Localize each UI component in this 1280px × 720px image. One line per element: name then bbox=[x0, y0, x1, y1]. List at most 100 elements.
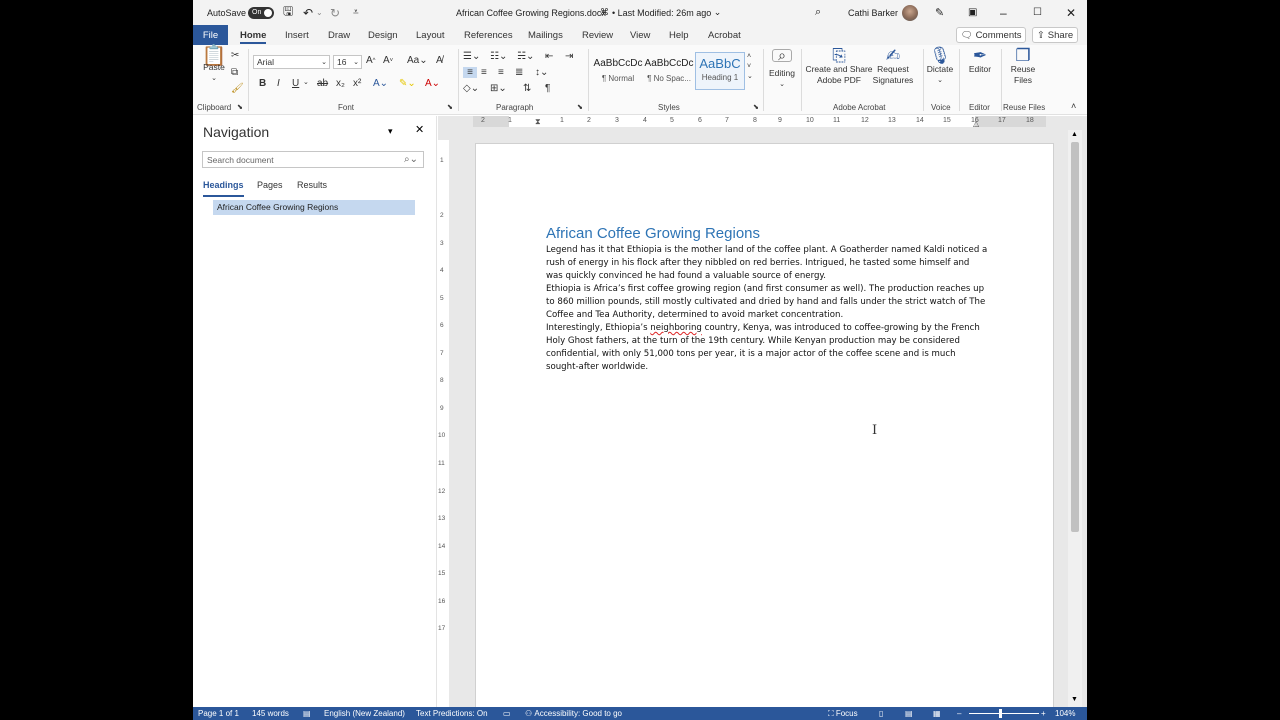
ribbon-display-icon[interactable]: ▣ bbox=[968, 0, 977, 25]
nav-search-icon[interactable]: ⌕⌄ bbox=[404, 154, 418, 165]
font-color-icon[interactable]: A⌄ bbox=[425, 78, 440, 89]
text-predictions-status[interactable]: Text Predictions: On bbox=[416, 707, 488, 720]
paste-button[interactable]: 📋 Paste ⌄ bbox=[199, 46, 229, 84]
maximize-icon[interactable]: ☐ bbox=[1033, 0, 1042, 25]
collapse-ribbon-icon[interactable]: ˄ bbox=[1071, 101, 1076, 111]
create-share-pdf-button[interactable]: ⎘ Create and Share Adobe PDF bbox=[805, 47, 873, 86]
read-mode-icon[interactable]: ▯ bbox=[879, 707, 883, 720]
word-count[interactable]: 145 words bbox=[252, 707, 289, 720]
tab-layout[interactable]: Layout bbox=[416, 25, 445, 45]
bold-icon[interactable]: B bbox=[259, 78, 266, 89]
nav-options-icon[interactable]: ▾ bbox=[388, 126, 393, 137]
nav-heading-item[interactable]: African Coffee Growing Regions bbox=[213, 200, 415, 215]
customize-toolbar-icon[interactable]: ⩡ bbox=[353, 0, 359, 25]
subscript-icon[interactable]: x₂ bbox=[336, 78, 345, 89]
document-paragraph[interactable]: Legend has it that Ethiopia is the mothe… bbox=[546, 244, 988, 283]
format-painter-icon[interactable]: 🖌 bbox=[231, 83, 244, 94]
indent-marker-icon[interactable]: ⧗ bbox=[535, 117, 541, 127]
spelling-flagged-word[interactable]: neighboring bbox=[650, 323, 702, 333]
decrease-indent-icon[interactable]: ⇤ bbox=[545, 51, 553, 62]
share-button[interactable]: ⇪ Share bbox=[1032, 27, 1078, 43]
underline-dropdown-icon[interactable]: ⌄ bbox=[303, 78, 309, 86]
tab-home[interactable]: Home bbox=[240, 25, 267, 45]
pen-icon[interactable]: ✎ bbox=[935, 0, 944, 25]
nav-tab-results[interactable]: Results bbox=[297, 180, 327, 190]
tab-view[interactable]: View bbox=[630, 25, 650, 45]
shading-icon[interactable]: ◇⌄ bbox=[463, 83, 479, 94]
tab-design[interactable]: Design bbox=[368, 25, 398, 45]
save-icon[interactable]: 🖫 bbox=[283, 0, 293, 25]
accessibility-status[interactable]: ⚇ Accessibility: Good to go bbox=[525, 707, 622, 720]
nav-tab-pages[interactable]: Pages bbox=[257, 180, 283, 190]
text-effects-icon[interactable]: A⌄ bbox=[373, 78, 388, 89]
redo-icon[interactable]: ↻ bbox=[330, 0, 340, 25]
align-right-icon[interactable]: ≡ bbox=[498, 67, 504, 78]
avatar[interactable] bbox=[902, 4, 918, 21]
zoom-in-icon[interactable]: + bbox=[1041, 707, 1046, 720]
align-left-icon[interactable]: ≡ bbox=[463, 67, 477, 78]
horizontal-ruler[interactable]: 2 1 1 2 3 4 5 6 7 8 9 10 11 12 13 14 15 … bbox=[473, 116, 1046, 128]
undo-icon[interactable]: ↶ bbox=[303, 0, 313, 25]
scroll-down-icon[interactable]: ▼ bbox=[1071, 696, 1078, 703]
highlight-icon[interactable]: ✎⌄ bbox=[399, 78, 416, 89]
editing-button[interactable]: ⌕ Editing ⌄ bbox=[766, 48, 798, 90]
tab-help[interactable]: Help bbox=[669, 25, 689, 45]
tab-review[interactable]: Review bbox=[582, 25, 613, 45]
document-page[interactable]: African Coffee Growing Regions Legend ha… bbox=[475, 143, 1054, 707]
multilevel-list-icon[interactable]: ☵⌄ bbox=[517, 51, 534, 62]
zoom-out-icon[interactable]: – bbox=[957, 707, 961, 720]
tab-insert[interactable]: Insert bbox=[285, 25, 309, 45]
borders-icon[interactable]: ⊞⌄ bbox=[490, 83, 507, 94]
scroll-up-icon[interactable]: ▲ bbox=[1071, 131, 1078, 138]
line-spacing-icon[interactable]: ↕⌄ bbox=[535, 67, 548, 78]
right-indent-marker-icon[interactable]: △ bbox=[973, 119, 979, 128]
tab-file[interactable]: File bbox=[193, 25, 228, 45]
underline-icon[interactable]: U bbox=[292, 78, 299, 89]
clipboard-launcher-icon[interactable]: ⬊ bbox=[237, 103, 243, 111]
font-size-combo[interactable]: 16 ⌄ bbox=[333, 55, 362, 69]
user-name[interactable]: Cathi Barker bbox=[848, 0, 898, 25]
shrink-font-icon[interactable]: A ˅ bbox=[383, 55, 393, 66]
tab-mailings[interactable]: Mailings bbox=[528, 25, 563, 45]
search-icon[interactable]: ⌕ bbox=[815, 0, 821, 25]
proofing-icon[interactable]: ▤ bbox=[303, 707, 311, 720]
paragraph-launcher-icon[interactable]: ⬊ bbox=[577, 103, 583, 111]
sort-icon[interactable]: ⇅ bbox=[523, 83, 531, 94]
close-icon[interactable]: ✕ bbox=[1066, 0, 1076, 25]
font-name-combo[interactable]: Arial ⌄ bbox=[253, 55, 330, 69]
numbering-icon[interactable]: ☷⌄ bbox=[490, 51, 507, 62]
zoom-slider-thumb[interactable] bbox=[999, 709, 1002, 718]
nav-close-icon[interactable]: ✕ bbox=[415, 123, 424, 136]
show-formatting-icon[interactable]: ¶ bbox=[545, 83, 550, 94]
strikethrough-icon[interactable]: ab bbox=[317, 78, 328, 89]
justify-icon[interactable]: ≣ bbox=[515, 67, 523, 78]
styles-launcher-icon[interactable]: ⬊ bbox=[753, 103, 759, 111]
print-layout-icon[interactable]: ▤ bbox=[905, 707, 913, 720]
tab-references[interactable]: References bbox=[464, 25, 513, 45]
undo-dropdown-icon[interactable]: ⌄ bbox=[316, 0, 323, 25]
comments-button[interactable]: 🗨 Comments bbox=[956, 27, 1026, 43]
cut-icon[interactable]: ✂ bbox=[231, 50, 239, 61]
zoom-slider[interactable] bbox=[969, 707, 1039, 720]
copy-icon[interactable]: ⧉ bbox=[231, 67, 238, 78]
tab-draw[interactable]: Draw bbox=[328, 25, 350, 45]
vertical-scrollbar[interactable]: ▲ ▼ bbox=[1068, 130, 1082, 707]
scrollbar-thumb[interactable] bbox=[1071, 142, 1079, 532]
clear-formatting-icon[interactable]: A̸ bbox=[436, 55, 443, 66]
change-case-icon[interactable]: Aa⌄ bbox=[407, 55, 428, 66]
zoom-level[interactable]: 104% bbox=[1055, 707, 1075, 720]
vertical-ruler[interactable]: 1 2 3 4 5 6 7 8 9 10 11 12 13 14 15 16 1… bbox=[438, 140, 449, 707]
nav-search-input[interactable]: Search document ⌕⌄ bbox=[202, 151, 424, 168]
style-heading-1[interactable]: AaBbC Heading 1 bbox=[695, 52, 745, 90]
request-signatures-button[interactable]: ✍ Request Signatures bbox=[869, 47, 917, 86]
last-modified-dropdown[interactable]: • Last Modified: 26m ago ⌄ bbox=[612, 0, 721, 25]
reuse-files-button[interactable]: ❐ Reuse Files bbox=[1006, 47, 1040, 86]
bullets-icon[interactable]: ☰⌄ bbox=[463, 51, 480, 62]
page-count[interactable]: Page 1 of 1 bbox=[198, 707, 239, 720]
nav-tab-headings[interactable]: Headings bbox=[203, 180, 244, 197]
increase-indent-icon[interactable]: ⇥ bbox=[565, 51, 573, 62]
macro-icon[interactable]: ▭ bbox=[503, 707, 511, 720]
language-status[interactable]: English (New Zealand) bbox=[324, 707, 405, 720]
minimize-icon[interactable]: – bbox=[1000, 0, 1007, 25]
font-launcher-icon[interactable]: ⬊ bbox=[447, 103, 453, 111]
